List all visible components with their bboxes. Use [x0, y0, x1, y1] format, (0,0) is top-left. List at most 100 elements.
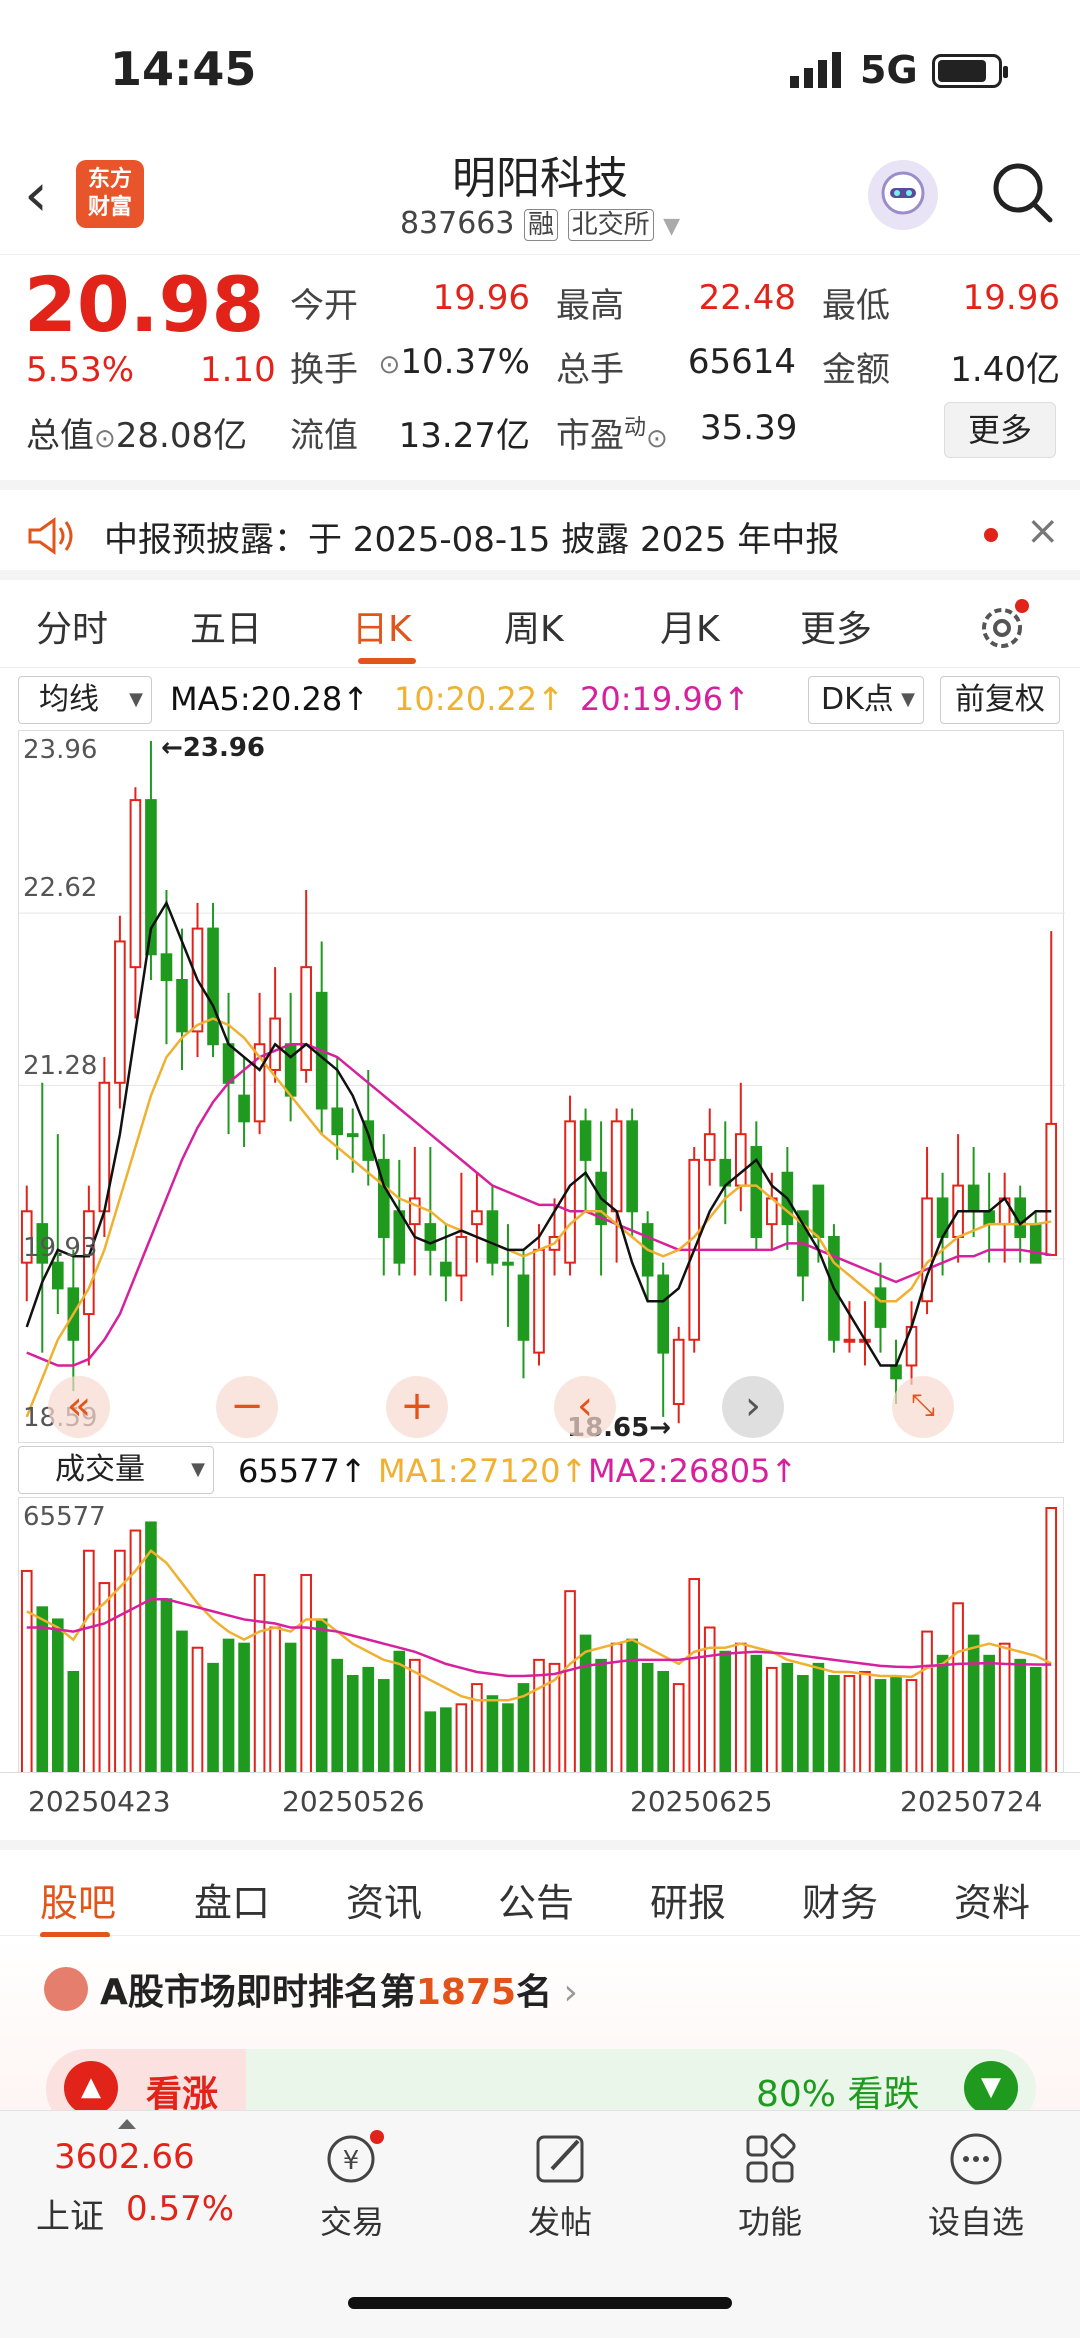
status-bar: 14:45 5G	[0, 0, 1080, 130]
candle-body	[486, 1210, 499, 1264]
nav-post[interactable]: 发帖	[490, 2129, 630, 2243]
volume-bar	[98, 1582, 111, 1774]
candle-body	[176, 978, 188, 1033]
fullscreen-icon[interactable]: ⤡	[892, 1376, 954, 1438]
candle-body	[284, 1043, 297, 1097]
notice-text: 中报预披露：于 2025-08-15 披露 2025 年中报	[104, 520, 840, 560]
tab-market-depth[interactable]: 盘口	[194, 1872, 270, 1927]
candlestick-chart[interactable]: 23.96 22.62 21.28 19.93 18.59 ←23.96 18.…	[18, 730, 1065, 1443]
volume-indicator-select[interactable]: 成交量	[18, 1446, 214, 1494]
candle-body	[440, 1261, 452, 1277]
zoom-out-icon[interactable]: −	[216, 1376, 278, 1438]
candle-body	[160, 953, 173, 981]
volume-bar	[967, 1634, 980, 1774]
tab-forum[interactable]: 股吧	[40, 1872, 116, 1927]
total-value-label: 总值	[26, 416, 94, 456]
volume-bar	[269, 1626, 281, 1774]
tab-profile[interactable]: 资料	[954, 1872, 1030, 1927]
more-button[interactable]: 更多	[944, 402, 1056, 458]
pe-sup: 动	[624, 415, 647, 441]
volume-bar	[362, 1666, 375, 1774]
volume-chart[interactable]: 65577	[18, 1497, 1064, 1775]
scroll-left-icon[interactable]: ‹	[554, 1376, 616, 1438]
nav-trade-label: 交易	[319, 2203, 384, 2241]
period-tabs: 分时 五日 日K 周K 月K 更多	[0, 582, 1080, 668]
tab-research[interactable]: 研报	[650, 1872, 726, 1927]
nav-watchlist[interactable]: 设自选	[906, 2129, 1046, 2243]
candle-body	[890, 1364, 902, 1380]
candle-body	[517, 1274, 530, 1341]
rank-number: 1875	[415, 1972, 517, 2013]
volume-bar	[936, 1654, 949, 1774]
float-label: 流值	[290, 416, 358, 456]
tab-news[interactable]: 资讯	[346, 1872, 422, 1927]
amount-value: 1.40亿	[950, 350, 1060, 390]
volume-bar	[284, 1642, 297, 1774]
volume-bar	[843, 1675, 856, 1774]
volume-bar	[564, 1590, 576, 1774]
open-label: 今开	[290, 286, 358, 326]
ma20-label: 20:19.96↑	[580, 680, 750, 718]
search-icon[interactable]	[990, 160, 1054, 228]
volume-label: 总手	[556, 350, 624, 390]
volume-bar	[797, 1675, 809, 1774]
volume-bar	[952, 1602, 964, 1774]
candle-body	[657, 1274, 669, 1354]
dk-point-select[interactable]: DK点	[808, 676, 924, 724]
volume-bar	[83, 1549, 95, 1774]
rank-section[interactable]: A股市场即时排名第1875名 › ▲ 看涨 80% 看跌 ▼	[0, 1937, 1080, 2129]
date-tick: 20250625	[630, 1785, 773, 1818]
tab-announcements[interactable]: 公告	[498, 1872, 574, 1927]
dropdown-icon[interactable]: ▼	[663, 214, 680, 239]
scroll-right-icon[interactable]: ›	[722, 1376, 784, 1438]
volume-bar	[424, 1711, 437, 1774]
tab-monthly-k[interactable]: 月K	[660, 600, 720, 652]
bullish-vote-button[interactable]: ▲	[64, 2061, 118, 2115]
tab-daily-k[interactable]: 日K	[352, 600, 412, 652]
candle-body	[734, 1133, 747, 1187]
info-icon[interactable]: ⊙	[379, 350, 401, 380]
zoom-in-icon[interactable]: +	[386, 1376, 448, 1438]
low-value: 19.96	[962, 278, 1060, 318]
adjust-select[interactable]: 前复权	[940, 676, 1060, 724]
trade-icon: ¥	[327, 2130, 384, 2183]
candlestick-svg	[19, 741, 1065, 1424]
volume-bar	[1029, 1666, 1042, 1774]
rank-suffix: 名	[516, 1972, 553, 2013]
close-icon[interactable]: ×	[1026, 508, 1060, 554]
candle-body	[207, 927, 219, 1046]
info-icon[interactable]: ⊙	[646, 424, 668, 454]
volume-bar	[36, 1606, 49, 1774]
collapse-arrow-icon[interactable]	[118, 2119, 136, 2129]
indicator-select[interactable]: 均线	[18, 676, 152, 724]
tab-intraday[interactable]: 分时	[36, 600, 108, 652]
nav-functions[interactable]: 功能	[700, 2129, 840, 2243]
tab-weekly-k[interactable]: 周K	[504, 600, 564, 652]
gear-icon[interactable]	[976, 598, 1032, 658]
volume-bar	[222, 1638, 235, 1774]
nav-trade[interactable]: ¥ 交易	[282, 2129, 422, 2243]
rewind-icon[interactable]: «	[48, 1376, 110, 1438]
notice-bar[interactable]: 中报预披露：于 2025-08-15 披露 2025 年中报 ×	[0, 480, 1080, 580]
current-price: 20.98	[24, 260, 265, 349]
volume-legend-row: 成交量 65577↑ MA1:27120↑ MA2:26805↑	[0, 1446, 1080, 1496]
y-tick: 21.28	[23, 1051, 98, 1081]
volume-bar	[238, 1642, 250, 1774]
volume-bar	[874, 1679, 887, 1775]
pe-value: 35.39	[700, 408, 798, 448]
volume-bar	[890, 1675, 902, 1774]
index-value[interactable]: 3602.66	[54, 2137, 195, 2177]
info-icon[interactable]: ⊙	[94, 424, 116, 454]
tab-finance[interactable]: 财务	[802, 1872, 878, 1927]
volume-bar	[657, 1670, 669, 1774]
candle-body	[1029, 1223, 1042, 1264]
more-dots-icon	[950, 2133, 1002, 2185]
volume-bar	[409, 1658, 421, 1774]
tab-five-day[interactable]: 五日	[190, 600, 262, 652]
bearish-vote-button[interactable]: ▼	[964, 2061, 1018, 2115]
bottom-nav: 3602.66 上证 0.57% ¥ 交易 发帖 功能 设自选	[0, 2110, 1080, 2338]
tab-more[interactable]: 更多	[800, 600, 872, 652]
volume-value: 65614	[687, 342, 796, 382]
assistant-robot-icon[interactable]	[868, 160, 938, 230]
volume-bar	[300, 1573, 312, 1775]
